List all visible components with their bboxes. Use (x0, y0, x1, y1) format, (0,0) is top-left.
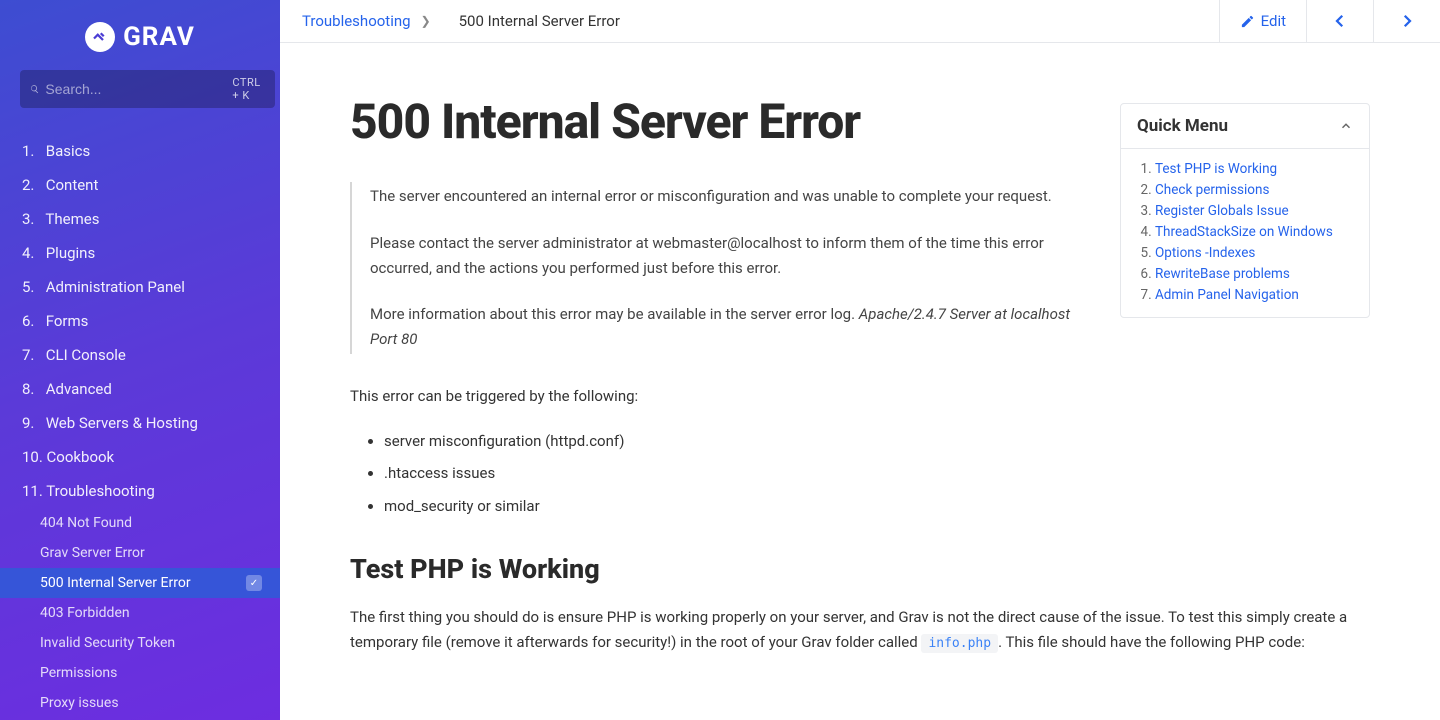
quick-menu-link[interactable]: Options -Indexes (1155, 245, 1255, 261)
breadcrumb-parent[interactable]: Troubleshooting (302, 12, 411, 30)
nav-item[interactable]: 4. Plugins (0, 236, 280, 270)
nav-sub-item[interactable]: 500 Internal Server Error (0, 568, 280, 598)
quick-menu: Quick Menu Test PHP is Working Check perm… (1120, 103, 1370, 318)
nav-sub-item[interactable]: 404 Not Found (0, 508, 280, 538)
nav-item[interactable]: 11. Troubleshooting (0, 474, 280, 508)
nav-sub-item[interactable]: Proxy issues (0, 688, 280, 718)
edit-label: Edit (1261, 12, 1286, 30)
nav-sub-item[interactable]: Permissions (0, 658, 280, 688)
quick-menu-item: ThreadStackSize on Windows (1155, 222, 1353, 243)
list-item: mod_security or similar (384, 494, 1370, 519)
logo-area: GRAV (0, 0, 280, 70)
search-input[interactable] (45, 81, 226, 97)
quick-menu-link[interactable]: Test PHP is Working (1155, 161, 1277, 177)
nav-item[interactable]: 1. Basics (0, 134, 280, 168)
chevron-right-icon: ❯ (421, 14, 431, 28)
search-box[interactable]: CTRL + K (20, 70, 275, 108)
grav-logo-icon (85, 22, 115, 52)
nav-item[interactable]: 10. Cookbook (0, 440, 280, 474)
next-button[interactable] (1373, 0, 1440, 42)
breadcrumb: Troubleshooting ❯ 500 Internal Server Er… (280, 12, 1219, 30)
quick-menu-item: Register Globals Issue (1155, 201, 1353, 222)
main: 500 Internal Server Error The server enc… (280, 43, 1440, 720)
bq-line: Please contact the server administrator … (370, 231, 1090, 281)
nav-item[interactable]: 9. Web Servers & Hosting (0, 406, 280, 440)
nav-sub-item[interactable]: Grav Server Error (0, 538, 280, 568)
search-shortcut: CTRL + K (232, 76, 265, 102)
quick-menu-header[interactable]: Quick Menu (1121, 104, 1369, 149)
logo[interactable]: GRAV (85, 22, 195, 52)
quick-menu-title: Quick Menu (1137, 116, 1228, 136)
nav-item[interactable]: 2. Content (0, 168, 280, 202)
quick-menu-link[interactable]: Register Globals Issue (1155, 203, 1289, 219)
quick-menu-link[interactable]: RewriteBase problems (1155, 266, 1290, 282)
nav: 1. Basics2. Content3. Themes4. Plugins5.… (0, 126, 280, 720)
quick-menu-item: RewriteBase problems (1155, 264, 1353, 285)
chevron-right-icon (1398, 12, 1416, 30)
nav-item[interactable]: 5. Administration Panel (0, 270, 280, 304)
intro-text: This error can be triggered by the follo… (350, 384, 1360, 409)
nav-sub-item[interactable]: Invalid Security Token (0, 628, 280, 658)
nav-item[interactable]: 7. CLI Console (0, 338, 280, 372)
quick-menu-item: Check permissions (1155, 180, 1353, 201)
prev-button[interactable] (1306, 0, 1373, 42)
quick-menu-link[interactable]: Check permissions (1155, 182, 1269, 198)
header-actions: Edit (1219, 0, 1440, 42)
quick-menu-item: Test PHP is Working (1155, 159, 1353, 180)
quick-menu-link[interactable]: ThreadStackSize on Windows (1155, 224, 1333, 240)
breadcrumb-current: 500 Internal Server Error (459, 12, 620, 30)
chevron-up-icon (1339, 119, 1353, 133)
list-item: server misconfiguration (httpd.conf) (384, 429, 1370, 454)
chevron-left-icon (1331, 12, 1349, 30)
code-inline: info.php (921, 634, 998, 653)
nav-item[interactable]: 8. Advanced (0, 372, 280, 406)
section-heading: Test PHP is Working (350, 553, 1370, 585)
causes-list: server misconfiguration (httpd.conf) .hta… (350, 429, 1370, 519)
quick-menu-body: Test PHP is Working Check permissions Regi… (1121, 149, 1369, 317)
list-item: .htaccess issues (384, 461, 1370, 486)
quick-menu-link[interactable]: Admin Panel Navigation (1155, 287, 1299, 303)
nav-sub-item[interactable]: 403 Forbidden (0, 598, 280, 628)
quick-menu-item: Options -Indexes (1155, 243, 1353, 264)
error-blockquote: The server encountered an internal error… (350, 182, 1090, 354)
sidebar: GRAV CTRL + K v1.6 1. Basics2. Content3.… (0, 0, 280, 720)
search-row: CTRL + K v1.6 (0, 70, 280, 126)
nav-item[interactable]: 6. Forms (0, 304, 280, 338)
quick-menu-item: Admin Panel Navigation (1155, 285, 1353, 306)
nav-item[interactable]: 3. Themes (0, 202, 280, 236)
logo-text: GRAV (123, 22, 195, 52)
header: Troubleshooting ❯ 500 Internal Server Er… (280, 0, 1440, 43)
edit-icon (1240, 14, 1255, 29)
bq-line: More information about this error may be… (370, 302, 1090, 352)
section-text: The first thing you should do is ensure … (350, 605, 1360, 655)
edit-button[interactable]: Edit (1219, 0, 1306, 42)
search-icon (30, 82, 39, 96)
bq-line: The server encountered an internal error… (370, 184, 1090, 209)
